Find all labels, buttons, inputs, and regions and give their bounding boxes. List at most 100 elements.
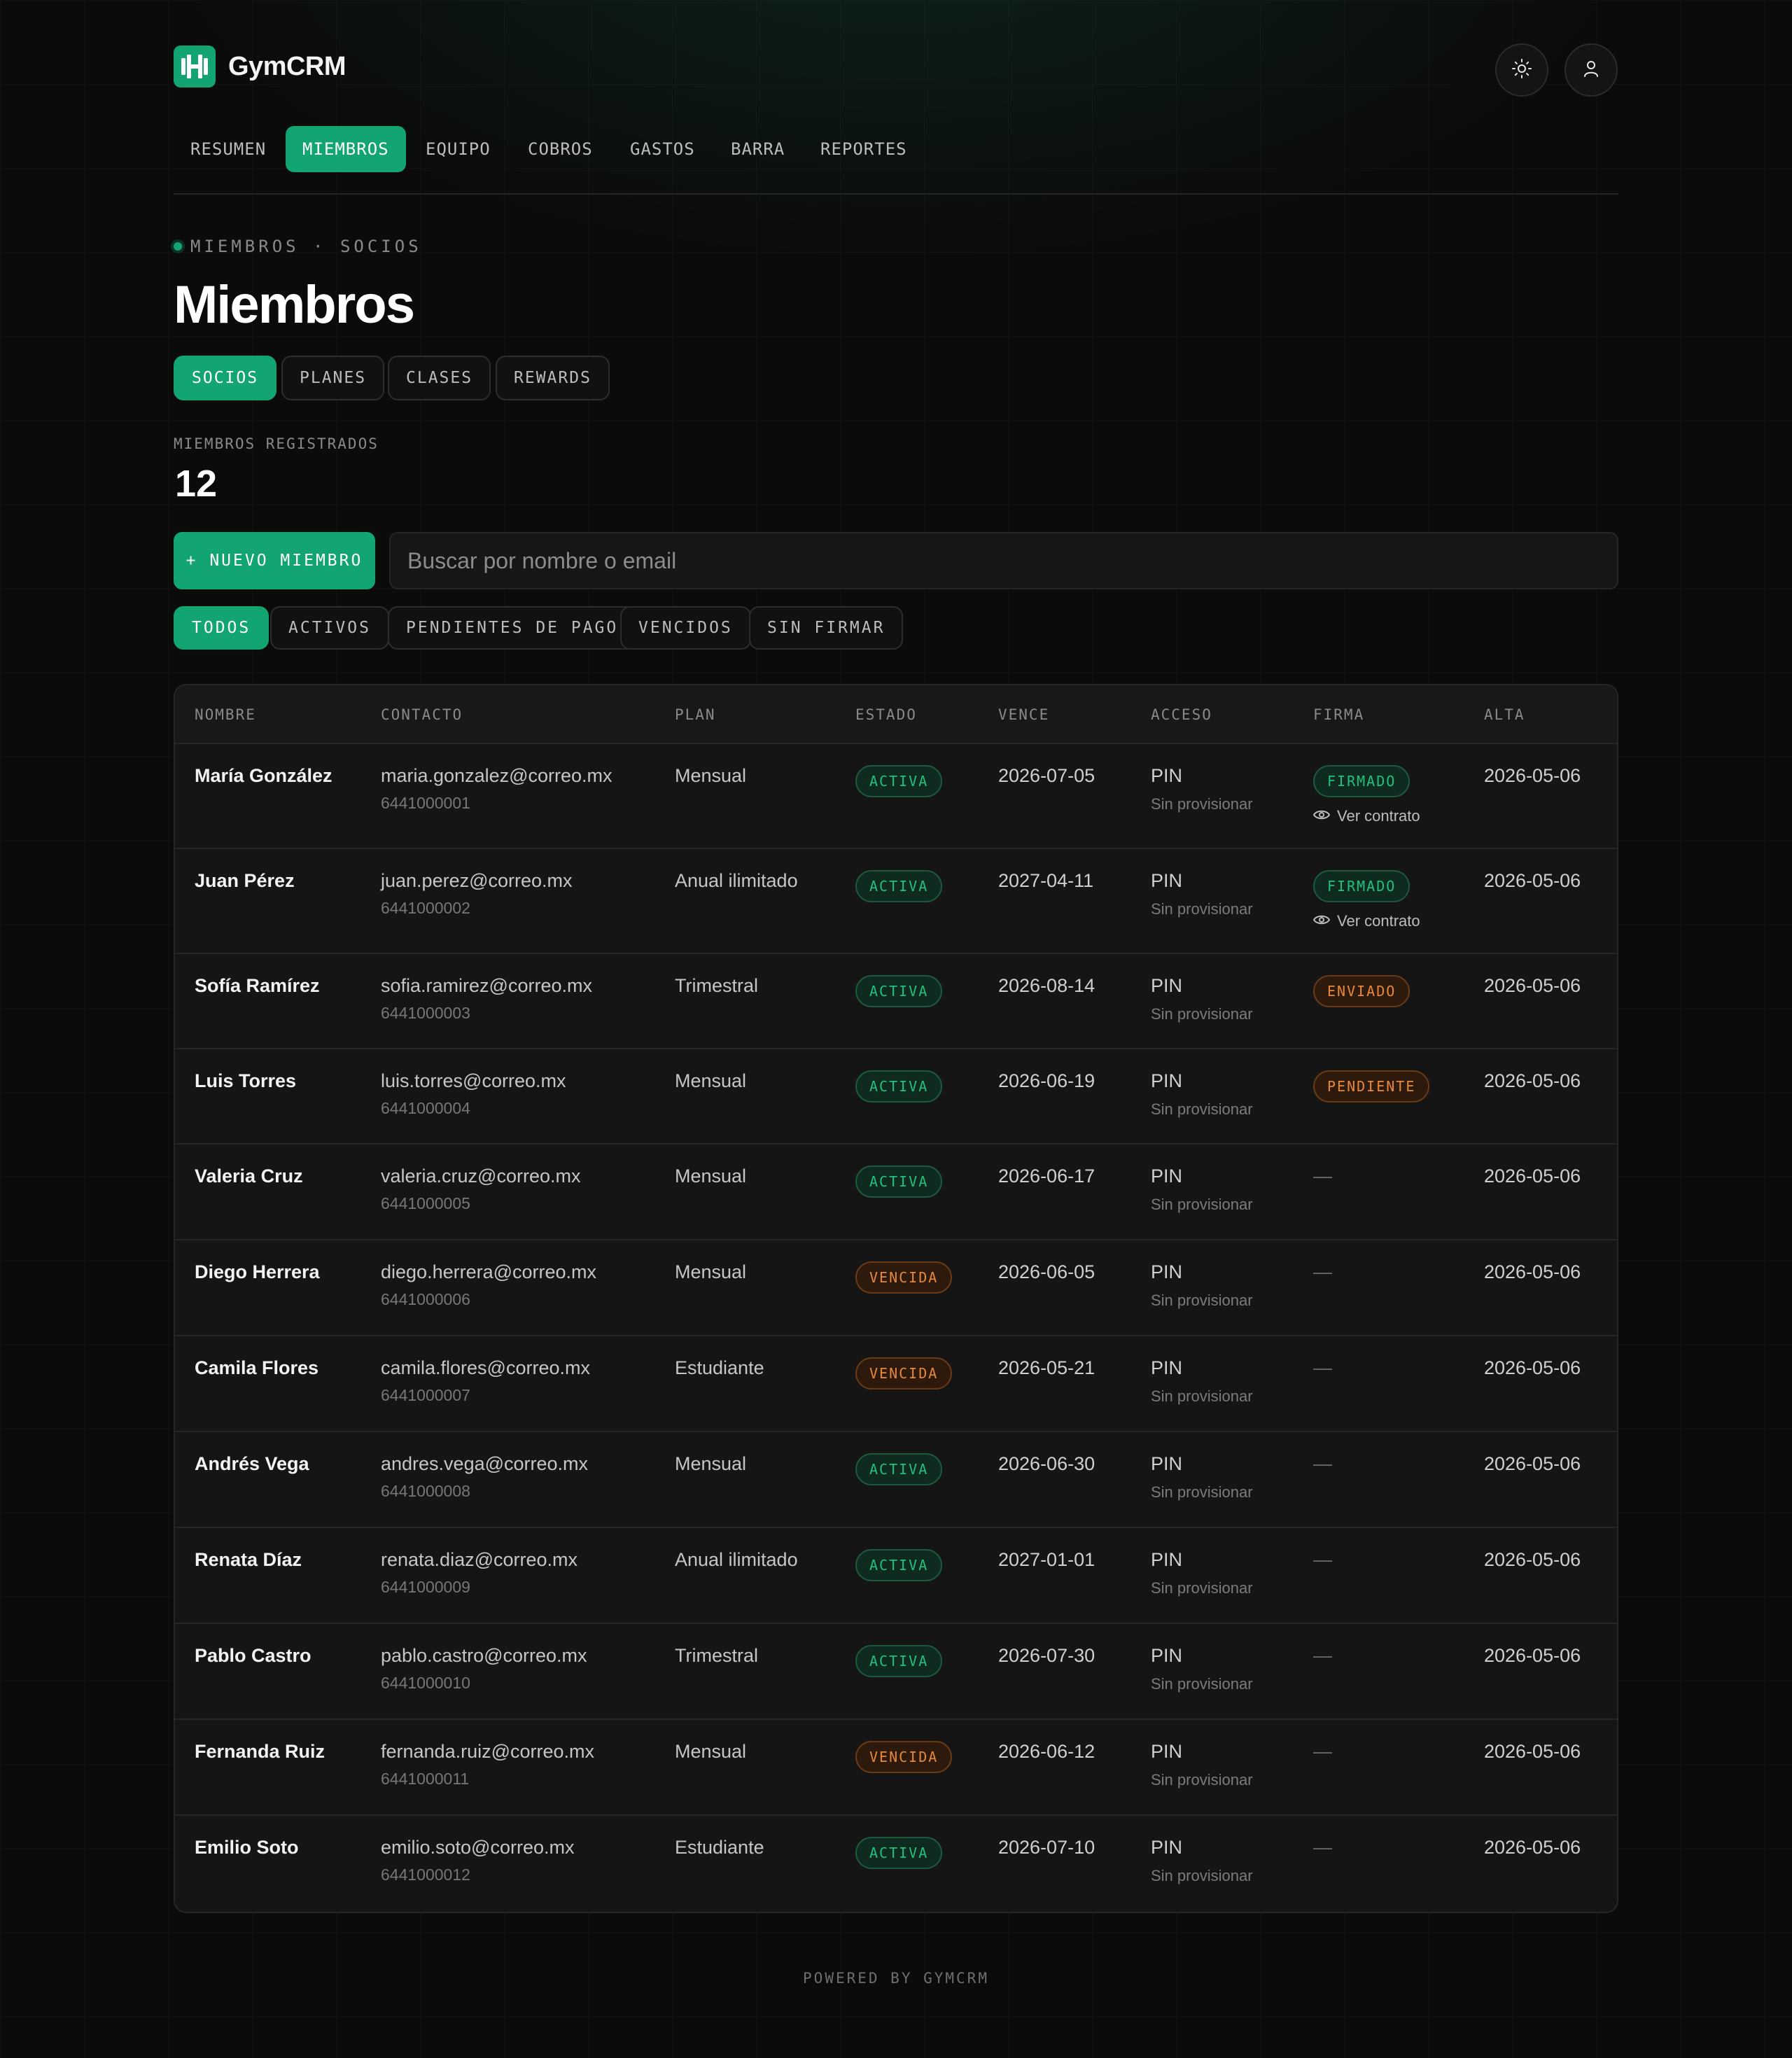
member-phone: 6441000010 bbox=[381, 1674, 470, 1692]
filter-activos[interactable]: ACTIVOS bbox=[270, 606, 389, 650]
view-contract-link[interactable]: Ver contrato bbox=[1312, 912, 1420, 930]
signature-badge: FIRMADO bbox=[1313, 765, 1410, 797]
table-row[interactable]: Andrés Vega andres.vega@correo.mx 64410000… bbox=[175, 1432, 1617, 1528]
member-access: PIN Sin provisionar bbox=[1151, 1549, 1253, 1597]
member-name[interactable]: Valeria Cruz bbox=[195, 1166, 303, 1187]
table-row[interactable]: Pablo Castro pablo.castro@correo.mx 644100… bbox=[175, 1624, 1617, 1720]
member-name[interactable]: Renata Díaz bbox=[195, 1549, 302, 1571]
member-expires: 2026-06-12 bbox=[998, 1741, 1096, 1762]
nav-item-barra[interactable]: BARRA bbox=[714, 126, 802, 172]
column-header-alta[interactable]: ALTA bbox=[1484, 706, 1525, 723]
member-created: 2026-05-06 bbox=[1484, 1741, 1581, 1762]
nav-item-reportes[interactable]: REPORTES bbox=[804, 126, 924, 172]
member-created: 2026-05-06 bbox=[1484, 1549, 1581, 1570]
status-badge: ACTIVA bbox=[855, 1166, 943, 1198]
member-expires: 2026-07-10 bbox=[998, 1837, 1096, 1858]
member-name[interactable]: Juan Pérez bbox=[195, 870, 295, 892]
member-access: PIN Sin provisionar bbox=[1151, 870, 1253, 918]
member-status-cell: VENCIDA bbox=[855, 1261, 953, 1294]
filter-vencidos[interactable]: VENCIDOS bbox=[620, 606, 751, 650]
table-row[interactable]: María González maria.gonzalez@correo.mx 64… bbox=[175, 744, 1617, 849]
table-row[interactable]: Juan Pérez juan.perez@correo.mx 6441000002… bbox=[175, 849, 1617, 954]
access-method: PIN bbox=[1151, 1741, 1183, 1762]
signature-empty: — bbox=[1313, 1645, 1332, 1666]
member-plan: Mensual bbox=[675, 1261, 747, 1282]
filter-sin-firmar[interactable]: SIN FIRMAR bbox=[749, 606, 904, 650]
member-signature: — bbox=[1313, 1453, 1332, 1475]
member-contact: sofia.ramirez@correo.mx 6441000003 bbox=[381, 975, 592, 1023]
member-email: maria.gonzalez@correo.mx bbox=[381, 765, 612, 786]
member-email: fernanda.ruiz@correo.mx bbox=[381, 1741, 595, 1762]
search-input[interactable] bbox=[389, 532, 1618, 589]
member-name[interactable]: Andrés Vega bbox=[195, 1453, 309, 1475]
column-header-plan[interactable]: PLAN bbox=[675, 706, 716, 723]
member-name[interactable]: Sofía Ramírez bbox=[195, 975, 320, 997]
nav-item-resumen[interactable]: RESUMEN bbox=[174, 126, 283, 172]
column-header-vence[interactable]: VENCE bbox=[998, 706, 1049, 723]
member-created: 2026-05-06 bbox=[1484, 1645, 1581, 1666]
filter-pendientes-de-pago[interactable]: PENDIENTES DE PAGO bbox=[388, 606, 637, 650]
member-email: renata.diaz@correo.mx bbox=[381, 1549, 578, 1570]
status-badge: VENCIDA bbox=[855, 1357, 953, 1390]
user-menu-button[interactable] bbox=[1564, 43, 1618, 97]
member-name[interactable]: María González bbox=[195, 765, 332, 787]
nav-item-miembros[interactable]: MIEMBROS bbox=[286, 126, 406, 172]
member-phone: 6441000003 bbox=[381, 1004, 470, 1022]
member-name[interactable]: Pablo Castro bbox=[195, 1645, 312, 1667]
table-row[interactable]: Valeria Cruz valeria.cruz@correo.mx 644100… bbox=[175, 1144, 1617, 1240]
filter-todos[interactable]: TODOS bbox=[174, 606, 270, 650]
column-header-acceso[interactable]: ACCESO bbox=[1151, 706, 1212, 723]
table-row[interactable]: Fernanda Ruiz fernanda.ruiz@correo.mx 6441… bbox=[175, 1720, 1617, 1816]
subtab-clases[interactable]: CLASES bbox=[388, 356, 491, 400]
member-name[interactable]: Diego Herrera bbox=[195, 1261, 320, 1283]
member-expires: 2026-05-21 bbox=[998, 1357, 1096, 1378]
view-contract-label: Ver contrato bbox=[1337, 912, 1420, 930]
member-name[interactable]: Emilio Soto bbox=[195, 1837, 299, 1858]
subtab-rewards[interactable]: REWARDS bbox=[496, 356, 610, 400]
signature-badge: FIRMADO bbox=[1313, 870, 1410, 902]
access-status: Sin provisionar bbox=[1151, 1675, 1253, 1693]
table-row[interactable]: Camila Flores camila.flores@correo.mx 6441… bbox=[175, 1336, 1617, 1432]
member-expires: 2027-01-01 bbox=[998, 1549, 1096, 1570]
member-status-cell: ACTIVA bbox=[855, 870, 943, 902]
nav-item-gastos[interactable]: GASTOS bbox=[613, 126, 712, 172]
member-signature: FIRMADO Ver contrato bbox=[1312, 870, 1420, 930]
table-row[interactable]: Sofía Ramírez sofia.ramirez@correo.mx 6441… bbox=[175, 954, 1617, 1049]
column-header-estado[interactable]: ESTADO bbox=[855, 706, 917, 723]
member-contact: pablo.castro@correo.mx 6441000010 bbox=[381, 1645, 587, 1693]
member-name[interactable]: Camila Flores bbox=[195, 1357, 318, 1379]
nav-item-cobros[interactable]: COBROS bbox=[511, 126, 610, 172]
column-header-firma[interactable]: FIRMA bbox=[1313, 706, 1364, 723]
theme-toggle-button[interactable] bbox=[1495, 43, 1548, 97]
table-row[interactable]: Diego Herrera diego.herrera@correo.mx 6441… bbox=[175, 1240, 1617, 1336]
member-name[interactable]: Fernanda Ruiz bbox=[195, 1741, 325, 1763]
subtab-planes[interactable]: PLANES bbox=[281, 356, 385, 400]
table-header: NOMBRE CONTACTO PLAN ESTADO VENCE ACCESO… bbox=[175, 685, 1617, 744]
access-method: PIN bbox=[1151, 1261, 1183, 1282]
new-member-button[interactable]: + NUEVO MIEMBRO bbox=[174, 532, 375, 589]
member-email: andres.vega@correo.mx bbox=[381, 1453, 589, 1474]
member-created: 2026-05-06 bbox=[1484, 1357, 1581, 1378]
signature-empty: — bbox=[1313, 1357, 1332, 1378]
logo[interactable]: GymCRM bbox=[174, 46, 346, 88]
table-row[interactable]: Renata Díaz renata.diaz@correo.mx 64410000… bbox=[175, 1528, 1617, 1624]
signature-empty: — bbox=[1313, 1837, 1332, 1858]
nav-item-equipo[interactable]: EQUIPO bbox=[409, 126, 507, 172]
signature-badge: PENDIENTE bbox=[1313, 1070, 1430, 1102]
column-header-contacto[interactable]: CONTACTO bbox=[381, 706, 463, 723]
view-contract-link[interactable]: Ver contrato bbox=[1312, 807, 1420, 825]
view-contract-label: Ver contrato bbox=[1337, 807, 1420, 825]
table-row[interactable]: Emilio Soto emilio.soto@correo.mx 64410000… bbox=[175, 1816, 1617, 1912]
member-contact: valeria.cruz@correo.mx 6441000005 bbox=[381, 1166, 580, 1213]
subtab-socios[interactable]: SOCIOS bbox=[174, 356, 277, 400]
table-row[interactable]: Luis Torres luis.torres@correo.mx 64410000… bbox=[175, 1049, 1617, 1144]
member-name[interactable]: Luis Torres bbox=[195, 1070, 296, 1092]
member-plan: Trimestral bbox=[675, 975, 758, 996]
access-method: PIN bbox=[1151, 1837, 1183, 1858]
access-method: PIN bbox=[1151, 1166, 1183, 1186]
member-status-cell: ACTIVA bbox=[855, 1837, 943, 1869]
member-status-cell: ACTIVA bbox=[855, 765, 943, 797]
member-expires: 2026-06-30 bbox=[998, 1453, 1096, 1474]
member-created: 2026-05-06 bbox=[1484, 1837, 1581, 1858]
column-header-nombre[interactable]: NOMBRE bbox=[195, 706, 256, 723]
